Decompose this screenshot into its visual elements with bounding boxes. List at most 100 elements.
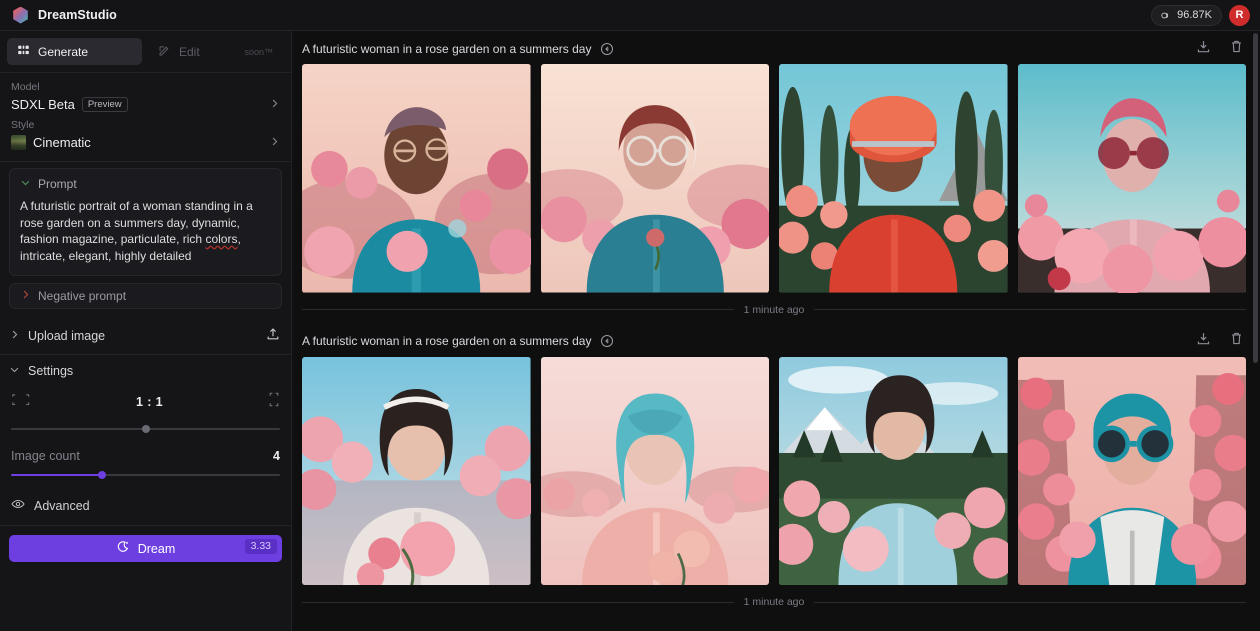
credits-amount: 96.87K bbox=[1177, 9, 1212, 21]
model-value: SDXL Beta bbox=[11, 97, 75, 112]
image-count-slider-knob[interactable] bbox=[98, 471, 106, 479]
result-title: A futuristic woman in a rose garden on a… bbox=[302, 42, 591, 56]
top-bar: DreamStudio 96.87K R bbox=[0, 0, 1260, 31]
result-image[interactable] bbox=[779, 357, 1008, 586]
aspect-ratio-row: 1 : 1 bbox=[11, 388, 280, 422]
results-panel: A futuristic woman in a rose garden on a… bbox=[292, 31, 1260, 631]
aspect-ratio-slider-knob[interactable] bbox=[142, 425, 150, 433]
chevron-right-icon bbox=[269, 97, 280, 112]
chevron-right-icon bbox=[269, 135, 280, 150]
dream-button[interactable]: Dream 3.33 bbox=[9, 535, 282, 562]
result-image[interactable] bbox=[302, 64, 531, 293]
negative-prompt-title: Negative prompt bbox=[38, 289, 126, 303]
dream-cost-badge: 3.33 bbox=[245, 539, 277, 554]
eye-icon bbox=[11, 497, 25, 514]
top-bar-right: 96.87K R bbox=[1151, 5, 1250, 26]
sidebar: Generate Edit soon™ Model SDXL Beta Prev… bbox=[0, 31, 292, 631]
result-image[interactable] bbox=[302, 357, 531, 586]
avatar[interactable]: R bbox=[1229, 5, 1250, 26]
generated-image bbox=[779, 357, 1008, 586]
prompt-text-misspelled: colors bbox=[205, 232, 237, 246]
result-title: A futuristic woman in a rose garden on a… bbox=[302, 334, 591, 348]
chevron-down-icon bbox=[20, 177, 31, 191]
image-count-label: Image count bbox=[11, 449, 80, 463]
result-image[interactable] bbox=[541, 64, 770, 293]
dream-button-wrap: Dream 3.33 bbox=[0, 526, 291, 562]
upload-image-row[interactable]: Upload image bbox=[0, 317, 291, 355]
result-grid bbox=[302, 64, 1246, 293]
aspect-ratio-slider[interactable] bbox=[11, 422, 280, 435]
download-icon[interactable] bbox=[1196, 39, 1211, 59]
result-header: A futuristic woman in a rose garden on a… bbox=[302, 33, 1246, 64]
scrollbar-track[interactable] bbox=[1254, 31, 1259, 631]
generated-image bbox=[302, 357, 531, 586]
chevron-right-icon bbox=[20, 289, 31, 303]
model-section: Model SDXL Beta Preview Style Cinematic bbox=[0, 73, 291, 159]
grid-generate-icon bbox=[17, 44, 30, 60]
reuse-prompt-arrow-icon[interactable] bbox=[600, 42, 614, 56]
tab-edit[interactable]: Edit soon™ bbox=[148, 38, 283, 65]
generated-image bbox=[779, 64, 1008, 293]
generated-image bbox=[302, 64, 531, 293]
result-timestamp-divider: 1 minute ago bbox=[302, 596, 1246, 608]
download-icon[interactable] bbox=[1196, 331, 1211, 351]
image-count-row: Image count 4 bbox=[11, 449, 280, 463]
upload-image-label: Upload image bbox=[28, 329, 105, 343]
tab-edit-label: Edit bbox=[179, 45, 200, 59]
prompt-header[interactable]: Prompt bbox=[20, 177, 271, 191]
settings-body: 1 : 1 Image count 4 bbox=[0, 382, 291, 481]
pencil-edit-icon bbox=[158, 44, 171, 60]
moon-sparkle-icon bbox=[116, 540, 130, 557]
image-count-slider[interactable] bbox=[11, 468, 280, 481]
result-image[interactable] bbox=[541, 357, 770, 586]
brand-name: DreamStudio bbox=[38, 8, 117, 22]
tab-generate[interactable]: Generate bbox=[7, 38, 142, 65]
settings-header[interactable]: Settings bbox=[0, 355, 291, 382]
portrait-ratio-icon[interactable] bbox=[268, 391, 280, 413]
negative-prompt-box[interactable]: Negative prompt bbox=[9, 283, 282, 309]
landscape-ratio-icon[interactable] bbox=[11, 392, 31, 412]
chevron-right-icon bbox=[9, 329, 20, 343]
brand[interactable]: DreamStudio bbox=[12, 7, 117, 24]
generated-image bbox=[1018, 64, 1247, 293]
reuse-prompt-arrow-icon[interactable] bbox=[600, 334, 614, 348]
result-header: A futuristic woman in a rose garden on a… bbox=[302, 326, 1246, 357]
result-actions bbox=[1196, 331, 1244, 351]
result-timestamp: 1 minute ago bbox=[744, 304, 805, 316]
upload-icon[interactable] bbox=[266, 327, 280, 344]
prompt-title: Prompt bbox=[38, 177, 77, 191]
credit-coin-icon bbox=[1160, 10, 1171, 21]
result-actions bbox=[1196, 39, 1244, 59]
image-count-slider-fill bbox=[11, 474, 102, 476]
sidebar-tabs: Generate Edit soon™ bbox=[0, 31, 291, 73]
tab-generate-label: Generate bbox=[38, 45, 88, 59]
prompt-input[interactable]: A futuristic portrait of a woman standin… bbox=[20, 198, 271, 264]
scrollbar-thumb[interactable] bbox=[1253, 33, 1258, 363]
divider-line bbox=[814, 602, 1246, 603]
result-image[interactable] bbox=[779, 64, 1008, 293]
generated-image bbox=[541, 357, 770, 586]
credits-badge[interactable]: 96.87K bbox=[1151, 5, 1222, 26]
trash-icon[interactable] bbox=[1229, 331, 1244, 351]
model-label: Model bbox=[11, 81, 280, 93]
generated-image bbox=[541, 64, 770, 293]
tab-edit-soon-note: soon™ bbox=[244, 47, 273, 57]
image-count-value: 4 bbox=[273, 449, 280, 463]
result-image[interactable] bbox=[1018, 64, 1247, 293]
prompt-box[interactable]: Prompt A futuristic portrait of a woman … bbox=[9, 168, 282, 276]
advanced-label: Advanced bbox=[34, 499, 90, 513]
advanced-row[interactable]: Advanced bbox=[0, 481, 291, 526]
divider-line bbox=[814, 309, 1246, 310]
model-selector[interactable]: SDXL Beta Preview bbox=[11, 96, 280, 119]
style-value: Cinematic bbox=[33, 135, 91, 150]
style-selector[interactable]: Cinematic bbox=[11, 134, 280, 157]
chevron-down-icon bbox=[9, 364, 20, 378]
result-image[interactable] bbox=[1018, 357, 1247, 586]
generated-image bbox=[1018, 357, 1247, 586]
result-timestamp: 1 minute ago bbox=[744, 596, 805, 608]
result-grid bbox=[302, 357, 1246, 586]
settings-label: Settings bbox=[28, 364, 73, 378]
trash-icon[interactable] bbox=[1229, 39, 1244, 59]
dreamstudio-hexagon-logo-icon bbox=[12, 7, 29, 24]
style-label: Style bbox=[11, 119, 280, 131]
